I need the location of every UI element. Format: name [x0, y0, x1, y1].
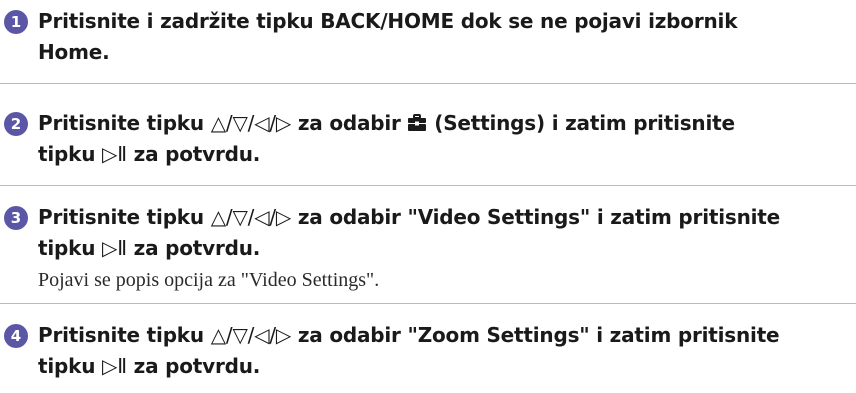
play-pause-glyph: ▷Ⅱ	[102, 354, 127, 378]
step-4-title-line2-prefix: tipku	[38, 354, 103, 378]
step-1-title: Pritisnite i zadržite tipku BACK/HOME do…	[38, 6, 848, 68]
nav-buttons-glyph: △/▽/◁/▷	[210, 205, 292, 229]
step-3-title-line2-suffix: za potvrdu.	[126, 236, 261, 260]
step-2-title-line2-suffix: za potvrdu.	[126, 142, 261, 166]
nav-buttons-glyph: △/▽/◁/▷	[210, 111, 292, 135]
step-number-4: 4	[4, 324, 28, 348]
step-4-title: Pritisnite tipku △/▽/◁/▷ za odabir "Zoom…	[38, 320, 848, 382]
step-3-title-prefix: Pritisnite tipku	[38, 205, 211, 229]
step-divider-3	[0, 303, 856, 304]
play-pause-glyph: ▷Ⅱ	[102, 236, 127, 260]
step-3-title-line2-prefix: tipku	[38, 236, 103, 260]
step-divider-2	[0, 185, 856, 186]
step-3-title-suffix: za odabir "Video Settings" i zatim priti…	[291, 205, 780, 229]
step-2-title-prefix: Pritisnite tipku	[38, 111, 211, 135]
step-2-title-suffix: (Settings) i zatim pritisnite	[427, 111, 735, 135]
step-number-1: 1	[4, 10, 28, 34]
step-number-2: 2	[4, 112, 28, 136]
step-2-title: Pritisnite tipku △/▽/◁/▷ za odabir (Sett…	[38, 108, 848, 170]
step-divider-1	[0, 83, 856, 84]
step-4-title-prefix: Pritisnite tipku	[38, 323, 211, 347]
step-3-title: Pritisnite tipku △/▽/◁/▷ za odabir "Vide…	[38, 202, 848, 264]
step-4-title-suffix: za odabir "Zoom Settings" i zatim pritis…	[291, 323, 780, 347]
step-2-title-mid: za odabir	[291, 111, 408, 135]
nav-buttons-glyph: △/▽/◁/▷	[210, 323, 292, 347]
step-1-title-line2: Home.	[38, 40, 110, 64]
play-pause-glyph: ▷Ⅱ	[102, 142, 127, 166]
step-number-3: 3	[4, 206, 28, 230]
step-4-title-line2-suffix: za potvrdu.	[126, 354, 261, 378]
step-3-description: Pojavi se popis opcija za "Video Setting…	[38, 269, 380, 291]
step-2-title-line2-prefix: tipku	[38, 142, 103, 166]
toolbox-icon	[408, 114, 427, 131]
step-1-title-line1: Pritisnite i zadržite tipku BACK/HOME do…	[38, 9, 738, 33]
